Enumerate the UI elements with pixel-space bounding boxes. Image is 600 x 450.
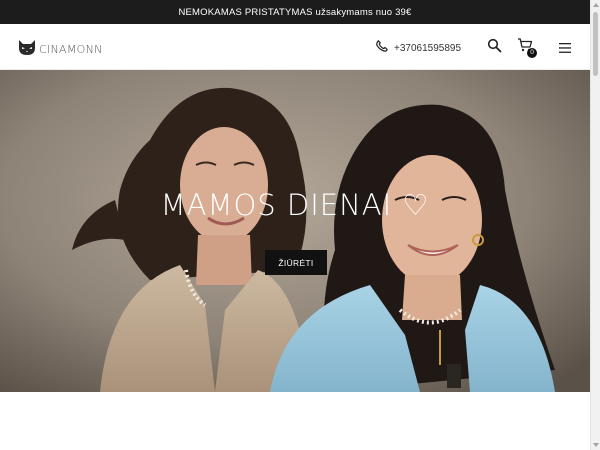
hero-banner: MAMOS DIENAI ♡ ŽIŪRĖTI	[0, 70, 590, 392]
page-scrollbar[interactable]	[590, 0, 600, 450]
logo-text: CINAMONN	[39, 43, 103, 56]
cart-button[interactable]: 0	[517, 37, 539, 59]
hero-image	[0, 70, 590, 392]
scrollbar-thumb[interactable]	[593, 12, 598, 76]
phone-link[interactable]: +37061595895	[376, 39, 461, 57]
logo[interactable]: CINAMONN	[18, 38, 103, 61]
cat-logo-icon	[18, 38, 36, 61]
search-button[interactable]	[487, 38, 503, 54]
hero-cta-button[interactable]: ŽIŪRĖTI	[265, 250, 327, 275]
phone-icon	[376, 39, 388, 57]
phone-number: +37061595895	[394, 42, 462, 54]
cart-count-badge: 0	[527, 48, 537, 58]
hamburger-menu-icon	[558, 41, 572, 58]
hero-title: MAMOS DIENAI ♡	[160, 188, 430, 222]
menu-button[interactable]	[558, 41, 572, 53]
site-header: CINAMONN +37061595895 0	[0, 24, 590, 70]
search-icon	[487, 38, 503, 58]
announcement-bar: NEMOKAMAS PRISTATYMAS užsakymams nuo 39€	[0, 0, 590, 24]
announcement-text: NEMOKAMAS PRISTATYMAS užsakymams nuo 39€	[178, 6, 412, 18]
scroll-down-arrow-icon[interactable]	[593, 443, 599, 447]
scroll-up-arrow-icon[interactable]	[593, 3, 599, 7]
